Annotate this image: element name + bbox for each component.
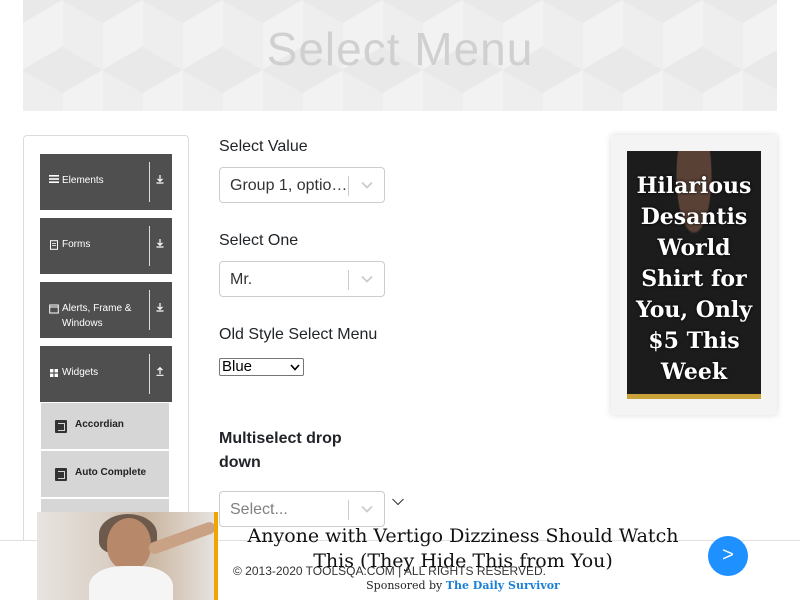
divider xyxy=(149,290,150,330)
group-elements[interactable]: Elements xyxy=(40,154,172,210)
ad-image-shape xyxy=(147,520,214,556)
page: Select Menu Elements Forms Alerts, Frame… xyxy=(0,0,800,600)
html5-icon xyxy=(55,468,67,481)
old-style-select-label: Old Style Select Menu xyxy=(219,326,378,343)
download-icon[interactable] xyxy=(154,238,166,251)
page-title: Select Menu xyxy=(266,23,534,75)
multiselect-label: Multiselect drop xyxy=(219,430,342,448)
sponsor-link[interactable]: The Daily Survivor xyxy=(446,579,560,592)
bottom-advertisement[interactable]: Anyone with Vertigo Dizziness Should Wat… xyxy=(37,512,800,600)
chevron-down-icon xyxy=(290,364,300,371)
group-forms[interactable]: Forms xyxy=(40,218,172,274)
select-value-dropdown[interactable]: Group 1, option 1 xyxy=(219,167,385,203)
group-label: Widgets xyxy=(62,367,99,378)
group-label: Forms xyxy=(62,239,91,250)
sidebar-item-accordian[interactable]: Accordian xyxy=(41,403,169,449)
select-one-dropdown[interactable]: Mr. xyxy=(219,261,385,297)
upload-icon[interactable] xyxy=(154,366,166,379)
group-widgets[interactable]: Widgets xyxy=(40,346,172,402)
sidebar-item-label: Auto Complete xyxy=(75,467,147,478)
chevron-down-icon[interactable] xyxy=(360,274,374,284)
ad-sponsor: Sponsored by The Daily Survivor xyxy=(233,579,693,592)
selected-value: Mr. xyxy=(230,271,253,288)
selected-value: Blue xyxy=(222,358,253,375)
old-style-select[interactable]: Blue xyxy=(219,358,304,376)
sidebar-item-auto-complete[interactable]: Auto Complete xyxy=(41,451,169,497)
header-banner: Select Menu xyxy=(23,0,777,111)
group-alerts-frame-windows[interactable]: Alerts, Frame & Windows xyxy=(40,282,172,338)
multiselect-label-line: Multiselect drop xyxy=(219,430,342,447)
download-icon[interactable] xyxy=(154,302,166,315)
select-value-label: Select Value xyxy=(219,138,308,155)
selected-value: Group 1, option 1 xyxy=(230,177,350,194)
side-advertisement[interactable]: Hilarious Desantis World Shirt for You, … xyxy=(611,135,777,415)
ad-headline[interactable]: Hilarious Desantis World Shirt for You, … xyxy=(631,171,757,388)
divider xyxy=(149,226,150,266)
ad-thumbnail[interactable] xyxy=(37,512,218,600)
divider xyxy=(348,176,349,196)
divider xyxy=(149,354,150,394)
ad-image-shape xyxy=(89,566,173,600)
chevron-down-icon[interactable] xyxy=(360,180,374,190)
ad-image-shape xyxy=(107,518,151,570)
ad-card[interactable]: Hilarious Desantis World Shirt for You, … xyxy=(627,151,761,399)
group-label: Alerts, Frame & Windows xyxy=(62,303,132,329)
next-button[interactable]: > xyxy=(708,536,748,576)
grid-icon xyxy=(49,368,59,378)
group-label: Elements xyxy=(62,175,104,186)
list-icon xyxy=(49,174,59,184)
multiselect-label: down xyxy=(219,454,261,472)
chevron-down-icon[interactable] xyxy=(391,497,405,507)
sponsored-by-label: Sponsored by xyxy=(366,579,443,592)
form-icon xyxy=(49,240,59,250)
sidebar-item-label: Accordian xyxy=(75,419,124,430)
ad-headline[interactable]: Anyone with Vertigo Dizziness Should Wat… xyxy=(233,524,693,574)
divider xyxy=(149,162,150,202)
download-icon[interactable] xyxy=(154,174,166,187)
select-one-label: Select One xyxy=(219,232,299,249)
window-icon xyxy=(49,304,59,314)
multiselect-label-line: down xyxy=(219,454,261,471)
divider xyxy=(348,270,349,290)
html5-icon xyxy=(55,420,67,433)
